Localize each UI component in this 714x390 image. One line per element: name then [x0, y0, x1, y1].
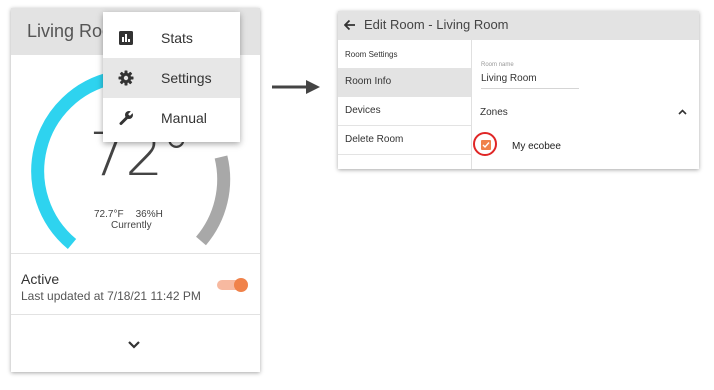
- active-toggle[interactable]: [217, 278, 249, 292]
- menu-item-manual[interactable]: Manual: [103, 98, 240, 138]
- menu-item-label: Settings: [161, 70, 212, 86]
- dialog-header: Edit Room - Living Room: [338, 11, 699, 40]
- edit-room-dialog: Edit Room - Living Room Room Settings Ro…: [338, 11, 699, 169]
- sidebar-item-label: Delete Room: [345, 134, 404, 145]
- menu-item-label: Stats: [161, 30, 193, 46]
- back-arrow-icon[interactable]: [344, 19, 356, 31]
- status-title: Active: [21, 271, 60, 287]
- gear-icon: [118, 70, 134, 86]
- menu-item-label: Manual: [161, 110, 207, 126]
- zones-heading: Zones: [480, 107, 508, 118]
- zone-checkbox[interactable]: [481, 140, 491, 150]
- settings-sidebar: Room Settings Room Info Devices Delete R…: [338, 40, 472, 169]
- divider: [11, 314, 260, 315]
- divider: [11, 253, 260, 254]
- chevron-up-icon[interactable]: [678, 109, 687, 115]
- sidebar-item-label: Room Settings: [345, 50, 398, 59]
- toggle-thumb: [234, 278, 248, 292]
- sidebar-item-label: Devices: [345, 105, 381, 116]
- room-name-input[interactable]: Living Room: [481, 73, 579, 89]
- check-icon: [482, 142, 490, 149]
- menu-item-settings[interactable]: Settings: [103, 58, 240, 98]
- bar-chart-icon: [119, 31, 133, 45]
- sidebar-item-devices[interactable]: Devices: [338, 97, 471, 126]
- sidebar-item-room-info[interactable]: Room Info: [338, 68, 471, 97]
- sidebar-item-room-settings[interactable]: Room Settings: [338, 40, 471, 69]
- sidebar-item-label: Room Info: [345, 76, 392, 87]
- arrow-right-icon: [272, 80, 320, 94]
- chevron-down-icon[interactable]: [127, 338, 141, 352]
- room-name-label: Room name: [481, 62, 514, 68]
- last-updated-text: Last updated at 7/18/21 11:42 PM: [21, 289, 201, 303]
- currently-label: Currently: [111, 220, 152, 231]
- indoor-temperature: 72.7°F: [94, 209, 124, 220]
- sidebar-item-delete-room[interactable]: Delete Room: [338, 126, 471, 155]
- menu-item-stats[interactable]: Stats: [103, 18, 240, 58]
- dropdown-menu: Stats Settings Manual: [103, 12, 240, 142]
- zone-label: My ecobee: [512, 141, 561, 152]
- humidity: 36%H: [135, 209, 163, 220]
- dial-gray-arc: [195, 155, 231, 246]
- sensor-readings: 72.7°F 36%H: [94, 209, 175, 220]
- wrench-icon: [119, 110, 134, 125]
- dialog-title: Edit Room - Living Room: [364, 17, 509, 32]
